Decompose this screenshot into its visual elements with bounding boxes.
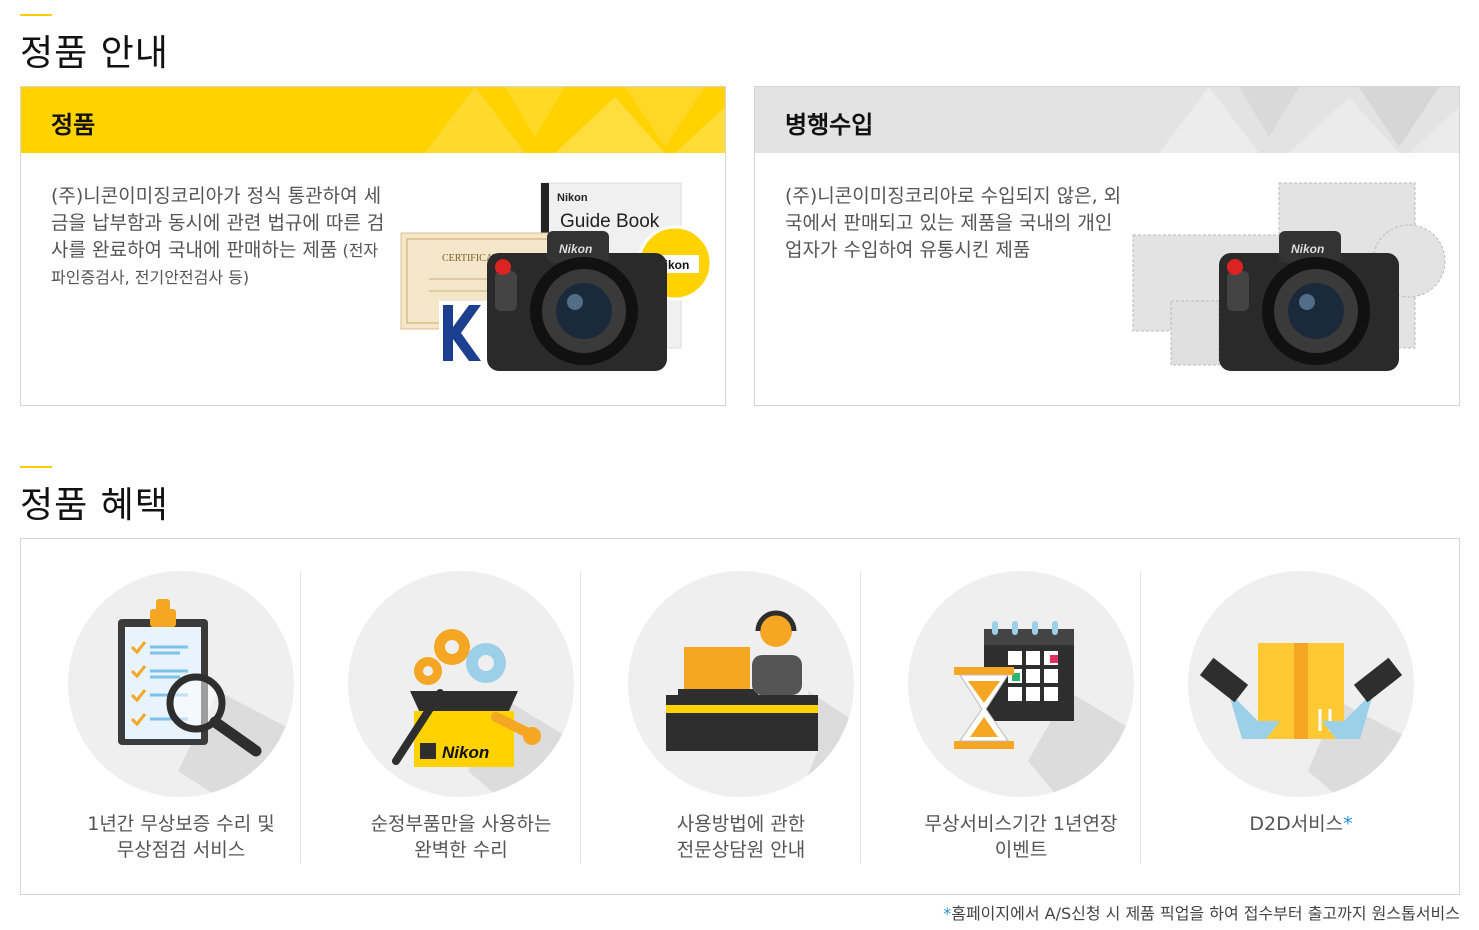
benefit-circle bbox=[1188, 571, 1414, 797]
delivery-box-icon bbox=[1199, 643, 1414, 797]
benefit-label: 사용방법에 관한 전문상담원 안내 bbox=[676, 813, 806, 861]
guide-book-title: Guide Book bbox=[560, 211, 660, 232]
genuine-card-header: 정품 bbox=[21, 87, 725, 153]
triangle-pattern-icon bbox=[425, 87, 725, 153]
guide-book-brand: Nikon bbox=[557, 192, 588, 204]
box-brand-label: Nikon bbox=[442, 743, 489, 762]
footnote: *홈페이지에서 A/S신청 시 제품 픽업을 하여 접수부터 출고까지 원스톱서… bbox=[943, 900, 1460, 924]
benefit-circle bbox=[68, 571, 294, 797]
benefit-item-consultant: 사용방법에 관한 전문상담원 안내 bbox=[581, 571, 861, 863]
parallel-card-title: 병행수입 bbox=[785, 111, 874, 139]
section-title-benefits: 정품 혜택 bbox=[20, 485, 169, 526]
benefit-label: 무상서비스기간 1년연장 이벤트 bbox=[924, 813, 1118, 861]
clipboard-checklist-icon bbox=[118, 599, 294, 797]
parallel-camera-illustration: Nikon bbox=[1132, 182, 1446, 371]
benefit-label: 순정부품만을 사용하는 완벽한 수리 bbox=[370, 813, 552, 861]
triangle-pattern-icon bbox=[1159, 87, 1459, 153]
footnote-text: 홈페이지에서 A/S신청 시 제품 픽업을 하여 접수부터 출고까지 원스톱서비… bbox=[951, 904, 1460, 923]
genuine-card: 정품 (주)니콘이미징코리아가 정식 통관하여 세금을 납부함과 동시에 관련 … bbox=[20, 86, 726, 406]
benefit-label: 1년간 무상보증 수리 및 무상점검 서비스 bbox=[87, 813, 275, 861]
genuine-desc-main: (주)니콘이미징코리아가 정식 통관하여 세금을 납부함과 동시에 관련 법규에… bbox=[51, 185, 385, 261]
heading-accent-bar bbox=[20, 14, 52, 16]
consultant-desk-icon bbox=[666, 610, 854, 797]
benefit-label: D2D서비스* bbox=[1249, 813, 1353, 835]
footnote-marker: * bbox=[1343, 813, 1353, 835]
benefit-circle: Nikon bbox=[348, 571, 574, 797]
genuine-camera-illustration: Nikon Guide Book CERTIFICATE Nikon Nikon bbox=[400, 182, 713, 371]
benefit-item-d2d: D2D서비스* bbox=[1141, 571, 1421, 863]
section-heading-info: 정품 안내 bbox=[20, 14, 169, 76]
gear-box-tools-icon: Nikon bbox=[392, 629, 574, 797]
genuine-card-title: 정품 bbox=[51, 111, 96, 139]
parallel-import-card: 병행수입 (주)니콘이미징코리아로 수입되지 않은, 외국에서 판매되고 있는 … bbox=[754, 86, 1460, 406]
parallel-card-header: 병행수입 bbox=[755, 87, 1459, 153]
calendar-hourglass-icon bbox=[954, 621, 1134, 797]
parallel-card-description: (주)니콘이미징코리아로 수입되지 않은, 외국에서 판매되고 있는 제품을 국… bbox=[785, 185, 1122, 261]
section-heading-benefits: 정품 혜택 bbox=[20, 466, 169, 528]
section-title-info: 정품 안내 bbox=[20, 33, 169, 74]
benefit-item-genuine-parts: Nikon 순정부품만을 사용하는 완벽한 수리 bbox=[301, 571, 581, 863]
benefit-item-extended-period: 무상서비스기간 1년연장 이벤트 bbox=[861, 571, 1141, 863]
heading-accent-bar bbox=[20, 466, 52, 468]
genuine-card-description: (주)니콘이미징코리아가 정식 통관하여 세금을 납부함과 동시에 관련 법규에… bbox=[51, 183, 391, 291]
benefit-circle bbox=[628, 571, 854, 797]
genuine-camera-brand: Nikon bbox=[559, 242, 592, 256]
benefits-panel: 1년간 무상보증 수리 및 무상점검 서비스 Nikon 순정부품만을 사용하는 bbox=[20, 538, 1460, 895]
parallel-camera-brand: Nikon bbox=[1291, 242, 1324, 256]
benefit-circle bbox=[908, 571, 1134, 797]
benefit-item-warranty: 1년간 무상보증 수리 및 무상점검 서비스 bbox=[21, 571, 301, 863]
